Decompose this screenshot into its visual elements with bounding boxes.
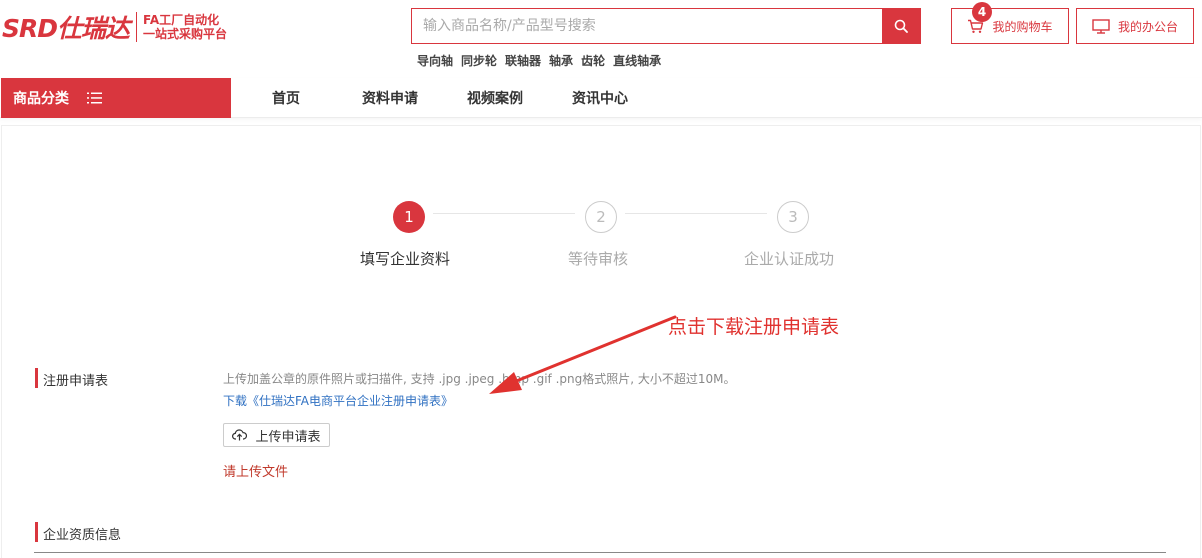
nav-item-home[interactable]: 首页 [272,78,300,118]
site-header: SRD仕瑞达 FA工厂自动化 一站式采购平台 导向轴 同步轮 联轴器 轴承 齿轮… [0,0,1202,78]
section-accent-bar [35,368,38,388]
logo-divider [136,12,138,42]
step-3-label: 企业认证成功 [744,250,835,268]
slogan-line-2: 一站式采购平台 [143,27,228,41]
office-button[interactable]: 我的办公台 [1076,8,1194,44]
step-2-label: 等待审核 [568,250,629,268]
hot-word[interactable]: 齿轮 [581,52,605,69]
step-connector [625,213,767,214]
site-logo[interactable]: SRD仕瑞达 FA工厂自动化 一站式采购平台 [2,10,227,44]
section-accent-bar [35,522,38,542]
step-1-label: 填写企业资料 [360,250,451,268]
category-label: 商品分类 [13,91,69,107]
logo-mark: SRD仕瑞达 [2,14,130,43]
search-button[interactable] [882,9,920,43]
step-3-circle: 3 [777,201,809,233]
download-form-link[interactable]: 下载《仕瑞达FA电商平台企业注册申请表》 [223,392,453,409]
registration-section-title: 注册申请表 [43,374,109,389]
hot-word[interactable]: 直线轴承 [613,52,661,69]
step-2-circle: 2 [585,201,617,233]
main-nav: 商品分类 首页 资料申请 视频案例 资讯中心 [0,78,1202,118]
nav-item-news[interactable]: 资讯中心 [572,78,628,118]
cart-count-badge: 4 [972,2,992,22]
search-input[interactable] [412,9,882,43]
hot-search-words: 导向轴 同步轮 联轴器 轴承 齿轮 直线轴承 [417,52,661,69]
upload-form-button[interactable]: 上传申请表 [223,423,330,447]
step-connector [433,213,575,214]
upload-button-label: 上传申请表 [255,429,321,445]
slogan-line-1: FA工厂自动化 [143,13,220,27]
monitor-icon [1092,18,1110,34]
upload-error-message: 请上传文件 [223,465,289,480]
hot-word[interactable]: 联轴器 [505,52,541,69]
cloud-upload-icon [232,429,248,441]
section-divider [34,552,1166,553]
search-box [411,8,921,44]
hot-word[interactable]: 导向轴 [417,52,453,69]
hot-word[interactable]: 轴承 [549,52,573,69]
category-menu-button[interactable]: 商品分类 [1,78,231,118]
step-1-circle: 1 [393,201,425,233]
logo-slogan: FA工厂自动化 一站式采购平台 [143,13,227,41]
search-icon [894,19,908,33]
hot-word[interactable]: 同步轮 [461,52,497,69]
nav-item-data-request[interactable]: 资料申请 [362,78,418,118]
menu-icon [87,92,102,104]
annotation-arrow-icon [489,315,677,394]
qualification-section-title: 企业资质信息 [43,528,122,543]
cart-label: 我的购物车 [992,19,1053,34]
nav-item-video-cases[interactable]: 视频案例 [467,78,523,118]
cart-button[interactable]: 我的购物车 4 [951,2,1069,44]
office-label: 我的办公台 [1117,19,1178,34]
